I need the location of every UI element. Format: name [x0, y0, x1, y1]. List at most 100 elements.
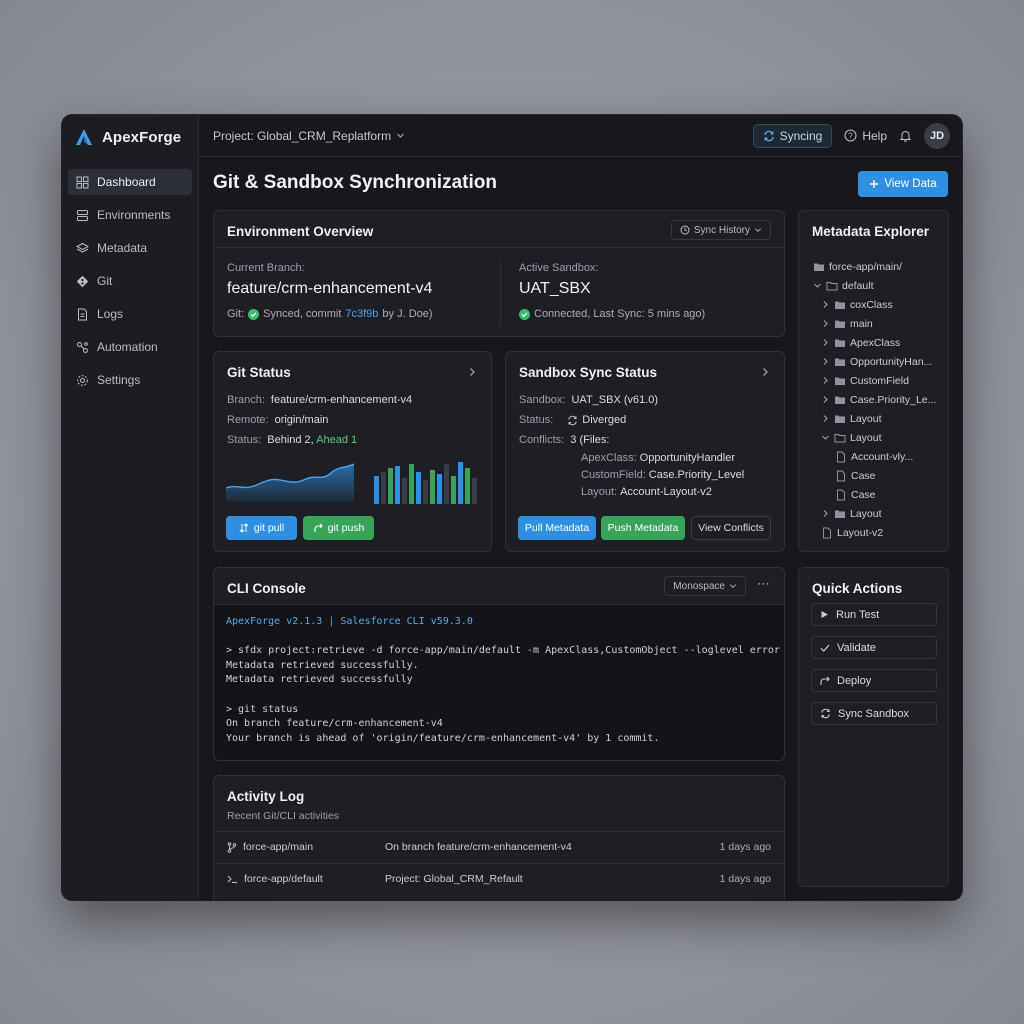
sidebar-item-logs[interactable]: Logs [68, 301, 192, 327]
tree-item[interactable]: default [811, 276, 947, 295]
column-divider [500, 259, 501, 327]
card-subtitle: Recent Git/CLI activities [227, 810, 340, 822]
tree-item[interactable]: Layout [811, 409, 947, 428]
tree-item-label: force-app/main/ [829, 260, 902, 273]
folder-icon [835, 377, 845, 385]
tree-item[interactable]: Layout [811, 504, 947, 523]
sidebar-item-settings[interactable]: Settings [68, 367, 192, 393]
tree-item[interactable]: OpportunityHan... [811, 352, 947, 371]
sidebar-item-label: Environments [97, 208, 171, 222]
terminal-icon [227, 875, 237, 884]
current-branch-section: Current Branch: feature/crm-enhancement-… [227, 262, 433, 320]
activity-row[interactable]: force-app/main On branch feature/crm-enh… [214, 831, 784, 862]
console-output[interactable]: ApexForge v2.1.3 | Salesforce CLI v59.3.… [214, 605, 784, 760]
sidebar-item-git[interactable]: Git [68, 268, 192, 294]
automation-icon [77, 341, 88, 353]
card-title: Activity Log [227, 789, 305, 804]
tree-item[interactable]: Case [811, 485, 947, 504]
view-conflicts-button[interactable]: View Conflicts [691, 516, 771, 540]
tree-item[interactable]: Layout [811, 428, 947, 447]
sidebar-item-metadata[interactable]: Metadata [68, 235, 192, 261]
ahead-count: Ahead 1 [316, 434, 358, 446]
font-selector-label: Monospace [673, 580, 725, 592]
conflict-type: Layout: [581, 486, 618, 498]
sidebar: ApexForge Dashboard Environments Metadat… [62, 115, 199, 900]
tree-item[interactable]: Case.Priority_Le... [811, 390, 947, 409]
chevron-right-icon[interactable] [760, 367, 770, 377]
console-line: > sfdx project:retrieve -d force-app/mai… [226, 645, 780, 657]
project-name: Project: Global_CRM_Replatform [213, 128, 392, 143]
remote-value: origin/main [274, 414, 329, 426]
conflict-item[interactable]: Layout: Account-Layout-v2 [581, 486, 712, 498]
chevron-right-icon[interactable] [821, 300, 830, 309]
tree-item[interactable]: coxClass [811, 295, 947, 314]
sidebar-item-label: Git [97, 274, 113, 288]
history-icon [680, 225, 690, 235]
conflict-item[interactable]: ApexClass: OpportunityHandler [581, 452, 735, 464]
tree-item[interactable]: main [811, 314, 947, 333]
help-icon: ? [844, 129, 857, 142]
tree-item[interactable]: ApexClass [811, 333, 947, 352]
chevron-right-icon[interactable] [821, 319, 830, 328]
tree-item[interactable]: Case [811, 466, 947, 485]
action-label: Run Test [836, 608, 880, 621]
metadata-explorer-card: Metadata Explorer force-app/main/default… [798, 210, 949, 552]
font-selector[interactable]: Monospace [664, 576, 746, 596]
tree-item-label: coxClass [850, 298, 893, 311]
top-actions: Syncing ? Help JD [752, 122, 950, 149]
conflict-item[interactable]: CustomField: Case.Priority_Level [581, 469, 744, 481]
git-pull-button[interactable]: git pull [226, 516, 297, 540]
chevron-right-icon[interactable] [821, 509, 830, 518]
git-prefix: Git: [227, 308, 245, 320]
chevron-down-icon[interactable] [821, 433, 830, 442]
chevron-down-icon[interactable] [813, 281, 822, 290]
sidebar-item-automation[interactable]: Automation [68, 334, 192, 360]
conflicts-files-label: (Files: [579, 434, 610, 446]
tree-item[interactable]: CustomField [811, 371, 947, 390]
chevron-right-icon[interactable] [821, 414, 830, 423]
view-data-button[interactable]: View Data [858, 171, 948, 197]
file-icon [823, 527, 831, 538]
tree-item[interactable]: Layout-v2 [811, 523, 947, 542]
bell-icon[interactable] [899, 129, 912, 142]
sidebar-item-environments[interactable]: Environments [68, 202, 192, 228]
console-line: On branch feature/crm-enhancement-v4 [226, 718, 443, 730]
syncing-indicator[interactable]: Syncing [752, 123, 833, 148]
file-icon [837, 489, 845, 500]
behind-count: Behind 2, [267, 434, 314, 446]
chevron-right-icon[interactable] [821, 357, 830, 366]
chevron-right-icon[interactable] [821, 376, 830, 385]
git-pull-label: git pull [253, 522, 285, 534]
tree-item[interactable]: Account-vly... [811, 447, 947, 466]
chevron-right-icon[interactable] [821, 395, 830, 404]
conflicts-count: 3 [570, 434, 577, 446]
app-window: ApexForge Dashboard Environments Metadat… [62, 115, 962, 900]
help-button[interactable]: ? Help [844, 129, 887, 143]
chevron-right-icon[interactable] [821, 338, 830, 347]
remote-label: Remote: [227, 414, 269, 426]
sidebar-item-dashboard[interactable]: Dashboard [68, 169, 192, 195]
sync-history-label: Sync History [693, 224, 750, 236]
help-label: Help [862, 128, 887, 143]
more-options-icon[interactable]: ⋯ [757, 576, 770, 592]
push-metadata-button[interactable]: Push Metadata [601, 516, 685, 540]
git-status-row: Status: Behind 2, Ahead 1 [227, 434, 357, 446]
git-push-button[interactable]: git push [303, 516, 374, 540]
activity-row[interactable]: force-app/default Project: Global_CRM_Re… [214, 863, 784, 894]
commit-link[interactable]: 7c3f9b [345, 308, 378, 320]
folder-icon [835, 358, 845, 366]
chevron-right-icon[interactable] [467, 367, 477, 377]
pull-metadata-button[interactable]: Pull Metadata [518, 516, 596, 540]
sync-history-dropdown[interactable]: Sync History [670, 220, 771, 240]
sync-sandbox-button[interactable]: Sync Sandbox [811, 702, 937, 725]
app-name: ApexForge [102, 128, 182, 146]
tree-item[interactable]: force-app/main/ [811, 257, 947, 276]
validate-button[interactable]: Validate [811, 636, 937, 659]
project-selector[interactable]: Project: Global_CRM_Replatform [213, 129, 405, 143]
chevron-down-icon [397, 133, 405, 138]
avatar[interactable]: JD [924, 122, 950, 149]
deploy-button[interactable]: Deploy [811, 669, 937, 692]
run-test-button[interactable]: Run Test [811, 603, 937, 626]
brand[interactable]: ApexForge [74, 127, 181, 147]
git-sync-status: Git: Synced, commit 7c3f9b by J. Doe) [227, 308, 433, 320]
